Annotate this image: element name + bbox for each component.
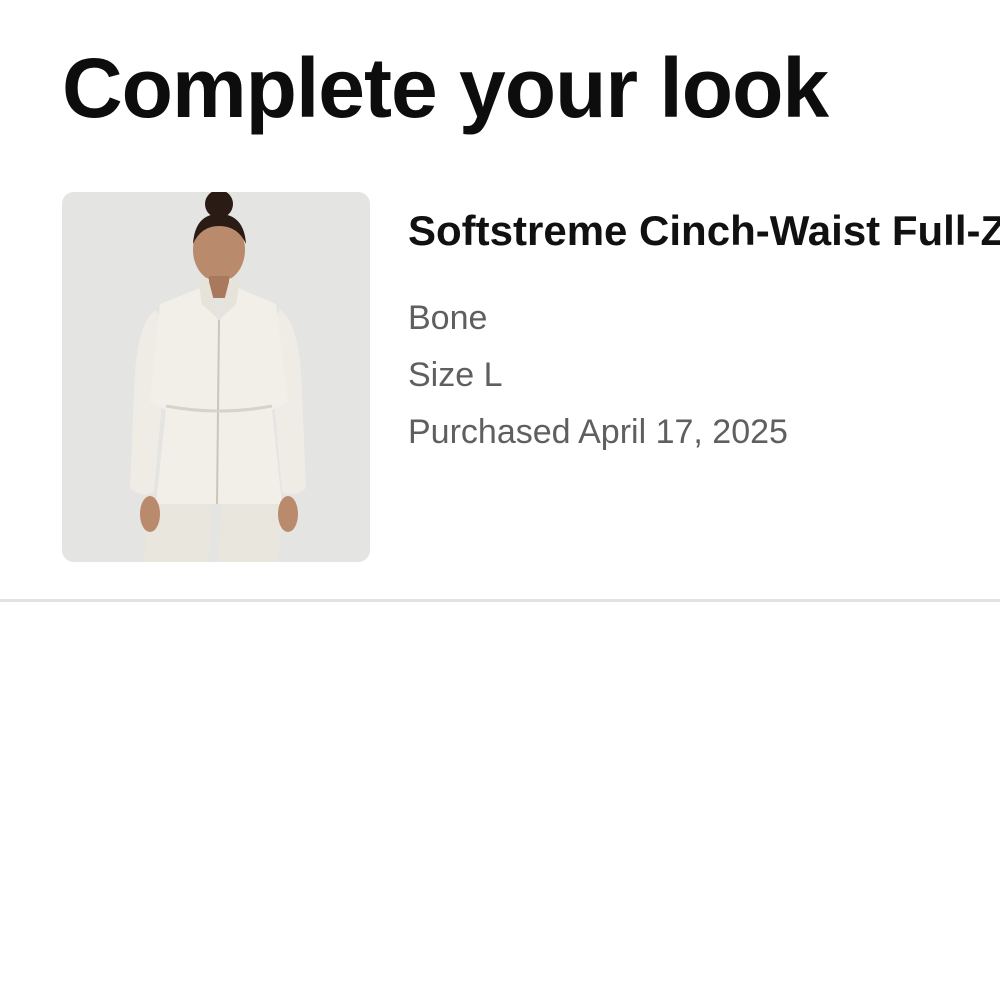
divider	[0, 599, 1000, 602]
purchase-date: Purchased April 17, 2025	[408, 413, 788, 451]
product-card[interactable]: Softstreme Cinch-Waist Full-Zip Jacket B…	[0, 190, 1000, 570]
page-title: Complete your look	[62, 41, 829, 135]
product-name[interactable]: Softstreme Cinch-Waist Full-Zip Jacket	[408, 206, 1000, 256]
product-size: Size L	[408, 356, 503, 394]
product-photo	[62, 192, 370, 562]
product-image[interactable]	[62, 192, 370, 562]
product-color: Bone	[408, 299, 488, 337]
